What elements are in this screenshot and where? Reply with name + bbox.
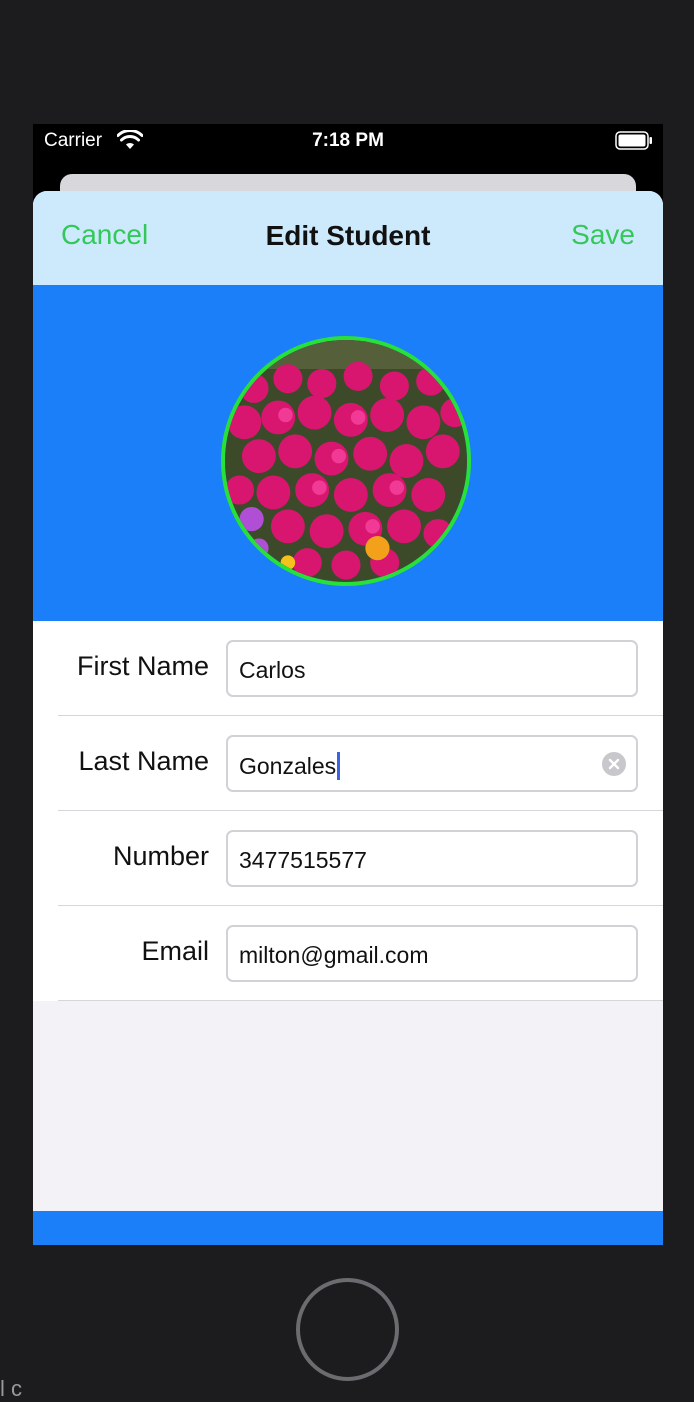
last-name-row: Last Name Gonzales [33,716,663,811]
clear-text-button[interactable] [602,752,626,776]
student-form: First Name Carlos Last Name Gonzales Num… [33,621,663,1001]
home-button[interactable] [296,1278,399,1381]
email-value: milton@gmail.com [239,942,429,968]
flower-photo [225,340,467,582]
last-name-text: Gonzales [239,752,341,780]
last-name-label: Last Name [78,746,209,776]
divider [58,1000,663,1001]
text-cursor [337,752,341,780]
number-field[interactable]: 3477515577 [226,830,638,887]
photo-header [33,285,663,621]
student-photo[interactable] [221,336,471,586]
email-field[interactable]: milton@gmail.com [226,925,638,982]
first-name-field[interactable]: Carlos [226,640,638,697]
navigation-bar: Cancel Edit Student Save [33,191,663,285]
clear-circle-x-icon [608,758,620,770]
first-name-label: First Name [76,651,209,681]
page-title: Edit Student [265,220,431,251]
battery-icon [615,131,652,150]
bottom-bar [33,1211,663,1245]
status-time: 7:18 PM [312,130,384,151]
edit-student-sheet: Cancel Edit Student Save First Name Carl… [33,191,663,1245]
last-name-field[interactable]: Gonzales [226,735,638,792]
first-name-value: Carlos [239,657,306,683]
edge-text-fragment: l c [0,1376,22,1401]
save-button[interactable]: Save [571,219,635,251]
email-row: Email milton@gmail.com [33,906,663,1001]
number-label: Number [112,841,209,871]
number-row: Number 3477515577 [33,811,663,906]
last-name-value: Gonzales [239,753,337,779]
number-value: 3477515577 [239,847,367,873]
device-screen: Carrier 7:18 PM Cancel Edit Student Save [33,124,663,1245]
email-label: Email [141,936,209,966]
first-name-row: First Name Carlos [33,621,663,716]
status-bar: Carrier 7:18 PM [33,124,663,158]
